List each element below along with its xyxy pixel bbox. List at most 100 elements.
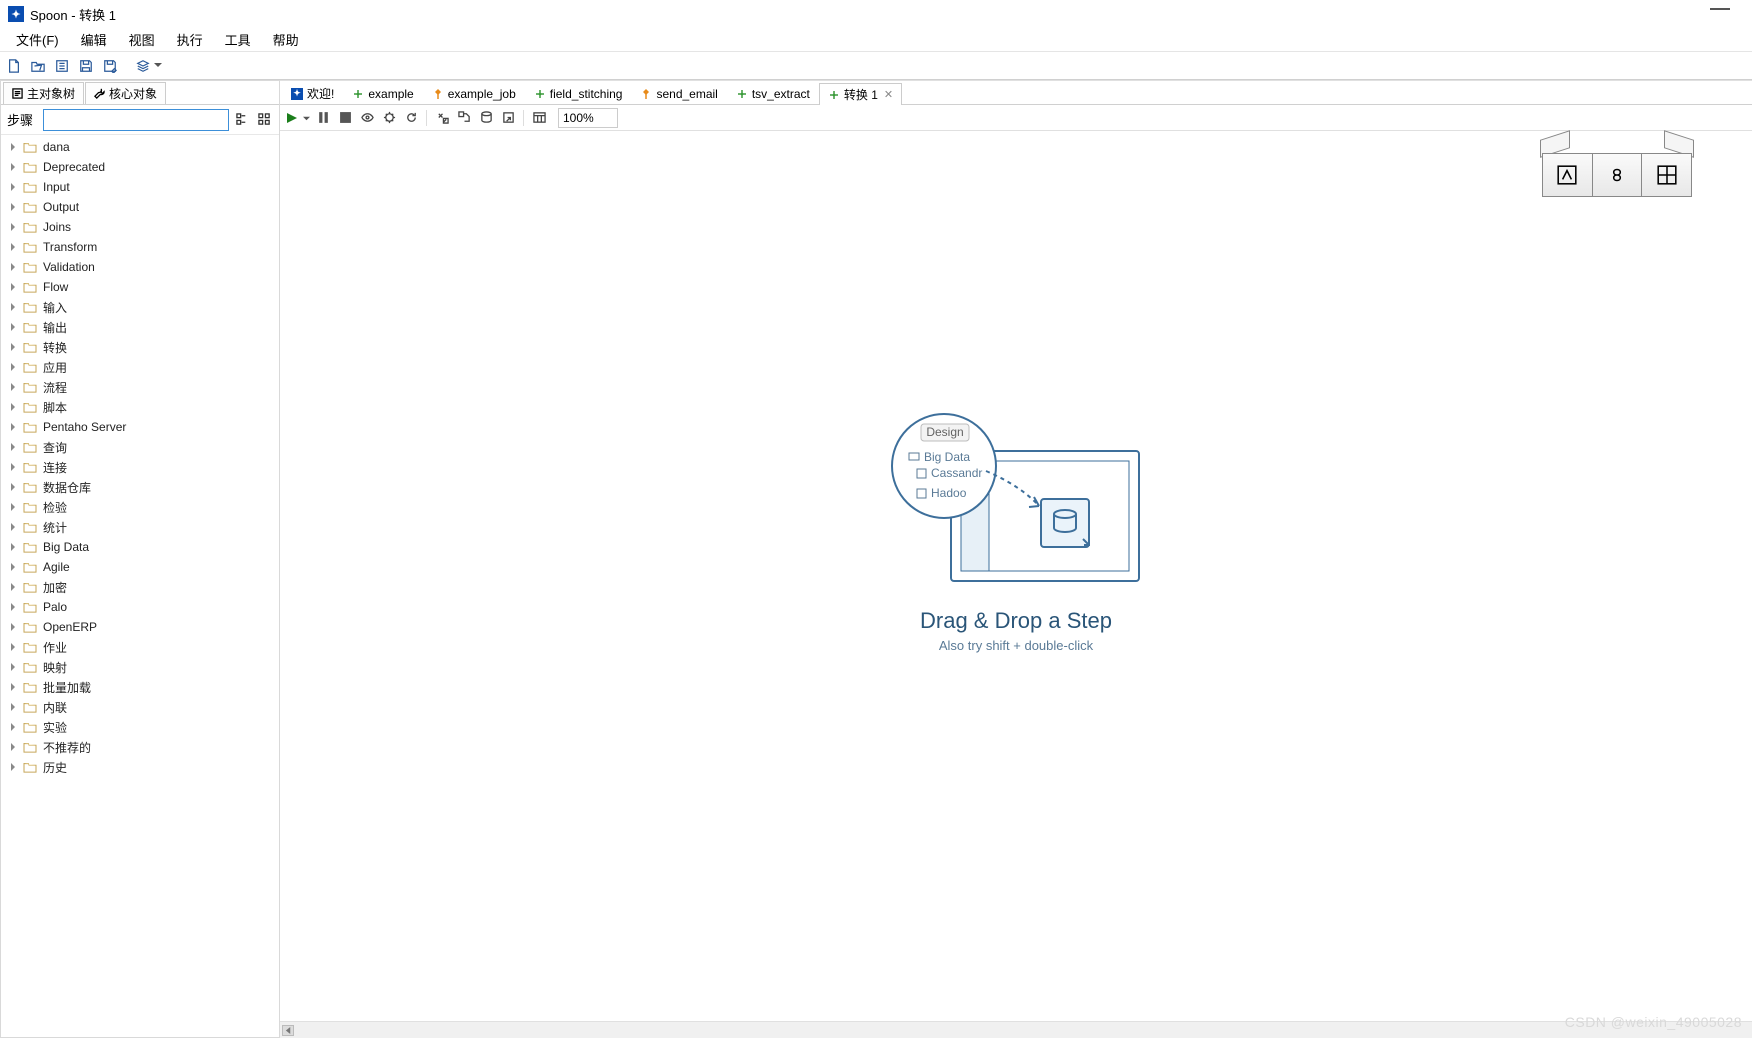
tree-item[interactable]: dana bbox=[1, 137, 279, 157]
menu-tools[interactable]: 工具 bbox=[215, 28, 261, 51]
impact-button[interactable] bbox=[455, 109, 473, 127]
tree-item[interactable]: 流程 bbox=[1, 377, 279, 397]
sidebar-tab-label: 主对象树 bbox=[27, 85, 75, 102]
tree-item[interactable]: 检验 bbox=[1, 497, 279, 517]
editor-tab[interactable]: tsv_extract bbox=[727, 82, 819, 104]
tree-item-label: Pentaho Server bbox=[43, 420, 126, 434]
stop-button[interactable] bbox=[336, 109, 354, 127]
new-file-button[interactable] bbox=[4, 56, 24, 76]
save-as-button[interactable] bbox=[100, 56, 120, 76]
tree-item-label: 映射 bbox=[43, 659, 67, 676]
tree-item[interactable]: Agile bbox=[1, 557, 279, 577]
menu-edit[interactable]: 编辑 bbox=[71, 28, 117, 51]
editor-area: ✦欢迎!exampleexample_jobfield_stitchingsen… bbox=[280, 80, 1752, 1038]
spoon-app-icon: ✦ bbox=[8, 6, 24, 22]
tree-item-label: dana bbox=[43, 140, 70, 154]
horizontal-scrollbar[interactable] bbox=[280, 1021, 1752, 1038]
tree-item[interactable]: 数据仓库 bbox=[1, 477, 279, 497]
steps-tree[interactable]: dana Deprecated Input Output JoinsTransform V… bbox=[1, 135, 279, 1037]
editor-tab[interactable]: send_email bbox=[631, 82, 726, 104]
canvas[interactable]: Design Big Data Cassandr Hadoo Drag & Dr… bbox=[280, 131, 1752, 1021]
tree-item[interactable]: Pentaho Server bbox=[1, 417, 279, 437]
tree-item-label: Output bbox=[43, 200, 79, 214]
tree-item[interactable]: 映射 bbox=[1, 657, 279, 677]
expand-all-button[interactable] bbox=[233, 111, 251, 129]
pause-button[interactable] bbox=[314, 109, 332, 127]
tree-item[interactable]: 输入 bbox=[1, 297, 279, 317]
scroll-left-button[interactable] bbox=[282, 1025, 294, 1036]
tree-item[interactable]: OpenERP bbox=[1, 617, 279, 637]
tree-item[interactable]: Joins bbox=[1, 217, 279, 237]
close-tab-icon[interactable]: ✕ bbox=[884, 88, 893, 101]
editor-tab[interactable]: example bbox=[343, 82, 422, 104]
tree-item[interactable]: Validation bbox=[1, 257, 279, 277]
tree-item[interactable]: 输出 bbox=[1, 317, 279, 337]
placeholder-subtitle: Also try shift + double-click bbox=[891, 638, 1141, 653]
tree-item[interactable]: 统计 bbox=[1, 517, 279, 537]
steps-search-input[interactable] bbox=[43, 109, 229, 131]
canvas-toolbar bbox=[280, 105, 1752, 131]
tree-item[interactable]: 连接 bbox=[1, 457, 279, 477]
empty-canvas-placeholder: Design Big Data Cassandr Hadoo Drag & Dr… bbox=[891, 411, 1141, 653]
perspective-button[interactable] bbox=[132, 56, 154, 76]
tree-item[interactable]: 内联 bbox=[1, 697, 279, 717]
tree-item[interactable]: Big Data bbox=[1, 537, 279, 557]
tree-item[interactable]: 查询 bbox=[1, 437, 279, 457]
tree-item-label: 加密 bbox=[43, 579, 67, 596]
tree-item[interactable]: Flow bbox=[1, 277, 279, 297]
wrench-icon bbox=[94, 88, 105, 99]
tree-item[interactable]: 不推荐的 bbox=[1, 737, 279, 757]
sql-button[interactable] bbox=[477, 109, 495, 127]
sidebar-tabs: 主对象树 核心对象 bbox=[1, 81, 279, 105]
menu-run[interactable]: 执行 bbox=[167, 28, 213, 51]
menu-view[interactable]: 视图 bbox=[119, 28, 165, 51]
tree-item-label: Input bbox=[43, 180, 70, 194]
open-button[interactable] bbox=[28, 56, 48, 76]
replay-button[interactable] bbox=[402, 109, 420, 127]
show-results-button[interactable] bbox=[530, 109, 548, 127]
minimize-icon[interactable] bbox=[1710, 8, 1730, 10]
tree-item[interactable]: Output bbox=[1, 197, 279, 217]
tree-item-label: Validation bbox=[43, 260, 95, 274]
menu-file[interactable]: 文件(F) bbox=[6, 28, 69, 51]
tree-item[interactable]: Palo bbox=[1, 597, 279, 617]
tree-item-label: 查询 bbox=[43, 439, 67, 456]
separator bbox=[523, 110, 524, 126]
explore-db-button[interactable] bbox=[499, 109, 517, 127]
save-button[interactable] bbox=[76, 56, 96, 76]
tree-item[interactable]: Transform bbox=[1, 237, 279, 257]
sidebar-tab-core-objects[interactable]: 核心对象 bbox=[85, 82, 166, 104]
editor-tab[interactable]: 转换 1✕ bbox=[819, 83, 902, 105]
tree-item-label: Agile bbox=[43, 560, 70, 574]
preview-button[interactable] bbox=[358, 109, 376, 127]
tree-item[interactable]: 实验 bbox=[1, 717, 279, 737]
tree-item[interactable]: 加密 bbox=[1, 577, 279, 597]
svg-text:Cassandr: Cassandr bbox=[931, 466, 982, 480]
tree-item[interactable]: Input bbox=[1, 177, 279, 197]
main-toolbar bbox=[0, 52, 1752, 80]
tree-item[interactable]: 历史 bbox=[1, 757, 279, 777]
zoom-select[interactable] bbox=[558, 108, 618, 128]
editor-tab[interactable]: field_stitching bbox=[525, 82, 632, 104]
run-button[interactable] bbox=[284, 110, 300, 126]
tree-item[interactable]: 脚本 bbox=[1, 397, 279, 417]
tree-item[interactable]: 应用 bbox=[1, 357, 279, 377]
editor-tab[interactable]: example_job bbox=[423, 82, 525, 104]
collapse-all-button[interactable] bbox=[255, 111, 273, 129]
tree-item[interactable]: 批量加载 bbox=[1, 677, 279, 697]
placeholder-illustration-icon: Design Big Data Cassandr Hadoo bbox=[891, 411, 1141, 591]
debug-button[interactable] bbox=[380, 109, 398, 127]
tree-item-label: 实验 bbox=[43, 719, 67, 736]
editor-tab[interactable]: ✦欢迎! bbox=[282, 82, 343, 104]
tree-item-label: Big Data bbox=[43, 540, 89, 554]
tree-item-label: OpenERP bbox=[43, 620, 97, 634]
sidebar-tab-main-tree[interactable]: 主对象树 bbox=[3, 82, 84, 104]
run-options-dropdown[interactable] bbox=[303, 115, 310, 122]
explore-button[interactable] bbox=[52, 56, 72, 76]
tree-item[interactable]: 作业 bbox=[1, 637, 279, 657]
tree-item[interactable]: Deprecated bbox=[1, 157, 279, 177]
tree-item-label: 输入 bbox=[43, 299, 67, 316]
tree-item[interactable]: 转换 bbox=[1, 337, 279, 357]
verify-button[interactable] bbox=[433, 109, 451, 127]
menu-help[interactable]: 帮助 bbox=[263, 28, 309, 51]
